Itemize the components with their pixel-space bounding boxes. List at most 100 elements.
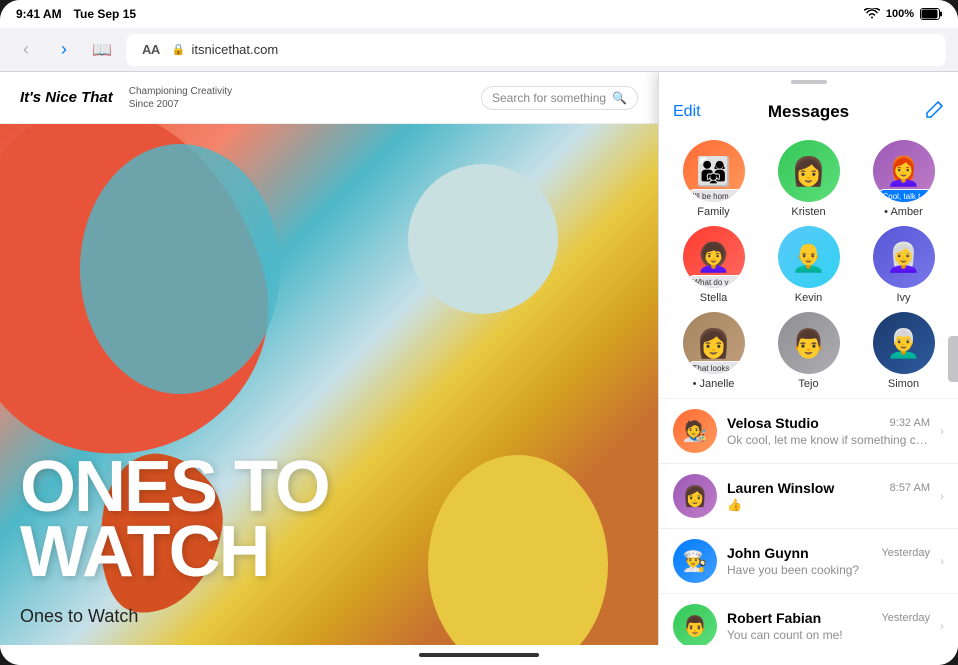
status-bar: 9:41 AM Tue Sep 15 100% — [0, 0, 958, 28]
drag-pill — [791, 80, 827, 84]
pinned-row-1: 👨‍👩‍👧 I'll be home soon! Family 👩 Kriste… — [669, 140, 948, 218]
messages-panel: Edit Messages 👨‍👩‍👧 — [658, 72, 958, 645]
battery-level: 100% — [886, 8, 914, 20]
pinned-contact-ivy[interactable]: 👩‍🦳 Ivy — [873, 226, 935, 304]
url-text: itsnicethat.com — [191, 42, 278, 57]
status-date: Tue Sep 15 — [74, 7, 136, 21]
msg-preview-robert: You can count on me! — [727, 628, 930, 642]
msg-content-john: John Guynn Yesterday Have you been cooki… — [727, 545, 930, 577]
site-logo: It's Nice That — [20, 89, 113, 106]
home-indicator[interactable] — [419, 653, 539, 657]
chevron-icon-lauren: › — [940, 489, 944, 503]
bubble-janelle: That looks so good! — [687, 361, 745, 374]
aa-button[interactable]: AA — [136, 42, 166, 57]
chevron-icon-velosa: › — [940, 424, 944, 438]
message-item-lauren[interactable]: 👩 Lauren Winslow 8:57 AM 👍 › — [659, 464, 958, 529]
msg-preview-lauren: 👍 — [727, 498, 930, 512]
contact-avatar-janelle: 👩 That looks so good! — [683, 312, 745, 374]
msg-preview-john: Have you been cooking? — [727, 563, 930, 577]
msg-content-robert: Robert Fabian Yesterday You can count on… — [727, 610, 930, 642]
main-area: It's Nice That Championing Creativity Si… — [0, 72, 958, 645]
message-item-robert[interactable]: 👨 Robert Fabian Yesterday You can count … — [659, 594, 958, 645]
lock-icon: 🔒 — [172, 43, 186, 56]
msg-content-velosa: Velosa Studio 9:32 AM Ok cool, let me kn… — [727, 415, 930, 447]
pinned-contact-stella[interactable]: 👩‍🦱 What do you think? Stella — [683, 226, 745, 304]
pinned-row-2: 👩‍🦱 What do you think? Stella 👨‍🦲 Kevin — [669, 226, 948, 304]
contact-avatar-ivy: 👩‍🦳 — [873, 226, 935, 288]
pinned-contact-kevin[interactable]: 👨‍🦲 Kevin — [778, 226, 840, 304]
contact-name-stella: Stella — [700, 292, 728, 304]
pinned-contact-family[interactable]: 👨‍👩‍👧 I'll be home soon! Family — [683, 140, 745, 218]
chevron-icon-john: › — [940, 554, 944, 568]
msg-name-john: John Guynn — [727, 545, 809, 561]
message-list: 🧑‍🎨 Velosa Studio 9:32 AM Ok cool, let m… — [659, 399, 958, 645]
back-button[interactable]: ‹ — [12, 36, 40, 64]
home-bar — [0, 645, 958, 665]
msg-time-john: Yesterday — [881, 547, 930, 559]
msg-avatar-robert: 👨 — [673, 604, 717, 645]
compose-button[interactable] — [924, 100, 944, 125]
message-item-john[interactable]: 👨‍🍳 John Guynn Yesterday Have you been c… — [659, 529, 958, 594]
pinned-contact-kristen[interactable]: 👩 Kristen — [778, 140, 840, 218]
site-header: It's Nice That Championing Creativity Si… — [0, 72, 658, 124]
pinned-section: 👨‍👩‍👧 I'll be home soon! Family 👩 Kriste… — [659, 132, 958, 399]
search-placeholder: Search for something — [492, 91, 606, 105]
contact-name-simon: Simon — [888, 378, 919, 390]
msg-time-lauren: 8:57 AM — [890, 482, 930, 494]
bookmarks-button[interactable]: 📖 — [88, 36, 116, 64]
site-tagline: Championing Creativity Since 2007 — [129, 85, 232, 111]
status-time: 9:41 AM — [16, 7, 62, 21]
msg-time-velosa: 9:32 AM — [890, 417, 930, 429]
contact-name-janelle: • Janelle — [693, 378, 735, 390]
panel-header: Edit Messages — [659, 92, 958, 132]
drag-indicator — [659, 72, 958, 92]
hero-text: ONES TO WATCH — [20, 455, 329, 585]
chevron-icon-robert: › — [940, 619, 944, 633]
forward-button[interactable]: › — [50, 36, 78, 64]
msg-avatar-lauren: 👩 — [673, 474, 717, 518]
search-icon: 🔍 — [612, 91, 627, 105]
msg-avatar-velosa: 🧑‍🎨 — [673, 409, 717, 453]
contact-name-family: Family — [697, 206, 729, 218]
pinned-row-3: 👩 That looks so good! • Janelle 👨 Tejo — [669, 312, 948, 390]
contact-avatar-stella: 👩‍🦱 What do you think? — [683, 226, 745, 288]
home-button[interactable] — [948, 336, 958, 382]
bubble-family: I'll be home soon! — [687, 189, 745, 202]
contact-avatar-kristen: 👩 — [778, 140, 840, 202]
contact-avatar-tejo: 👨 — [778, 312, 840, 374]
msg-preview-velosa: Ok cool, let me know if something comes … — [727, 433, 930, 447]
panel-title: Messages — [768, 102, 849, 122]
site-search[interactable]: Search for something 🔍 — [481, 86, 638, 110]
pinned-contact-tejo[interactable]: 👨 Tejo — [778, 312, 840, 390]
contact-avatar-kevin: 👨‍🦲 — [778, 226, 840, 288]
contact-name-kristen: Kristen — [791, 206, 825, 218]
msg-time-robert: Yesterday — [881, 612, 930, 624]
bubble-amber: Cool, talk to you then. — [877, 189, 935, 202]
msg-avatar-john: 👨‍🍳 — [673, 539, 717, 583]
pinned-contact-janelle[interactable]: 👩 That looks so good! • Janelle — [683, 312, 745, 390]
contact-name-amber: • Amber — [884, 206, 923, 218]
contact-name-kevin: Kevin — [795, 292, 823, 304]
contact-name-tejo: Tejo — [798, 378, 818, 390]
bubble-stella: What do you think? — [687, 275, 745, 288]
msg-content-lauren: Lauren Winslow 8:57 AM 👍 — [727, 480, 930, 512]
contact-avatar-amber: 👩‍🦰 Cool, talk to you then. — [873, 140, 935, 202]
wifi-icon — [864, 8, 880, 20]
pinned-contact-amber[interactable]: 👩‍🦰 Cool, talk to you then. • Amber — [873, 140, 935, 218]
hero-area: ONES TO WATCH Ones to Watch — [0, 124, 658, 645]
article-title: Ones to Watch — [20, 606, 138, 627]
pinned-contact-simon[interactable]: 👨‍🦳 Simon — [873, 312, 935, 390]
contact-avatar-simon: 👨‍🦳 — [873, 312, 935, 374]
url-bar[interactable]: AA 🔒 itsnicethat.com — [126, 34, 946, 66]
contact-avatar-family: 👨‍👩‍👧 I'll be home soon! — [683, 140, 745, 202]
browser-chrome: ‹ › 📖 AA 🔒 itsnicethat.com — [0, 28, 958, 72]
contact-name-ivy: Ivy — [896, 292, 910, 304]
message-item-velosa[interactable]: 🧑‍🎨 Velosa Studio 9:32 AM Ok cool, let m… — [659, 399, 958, 464]
battery-icon — [920, 8, 942, 20]
edit-button[interactable]: Edit — [673, 103, 701, 121]
web-content: It's Nice That Championing Creativity Si… — [0, 72, 658, 645]
msg-name-lauren: Lauren Winslow — [727, 480, 834, 496]
msg-name-velosa: Velosa Studio — [727, 415, 819, 431]
ipad-frame: 9:41 AM Tue Sep 15 100% ‹ › 📖 AA — [0, 0, 958, 665]
msg-name-robert: Robert Fabian — [727, 610, 821, 626]
